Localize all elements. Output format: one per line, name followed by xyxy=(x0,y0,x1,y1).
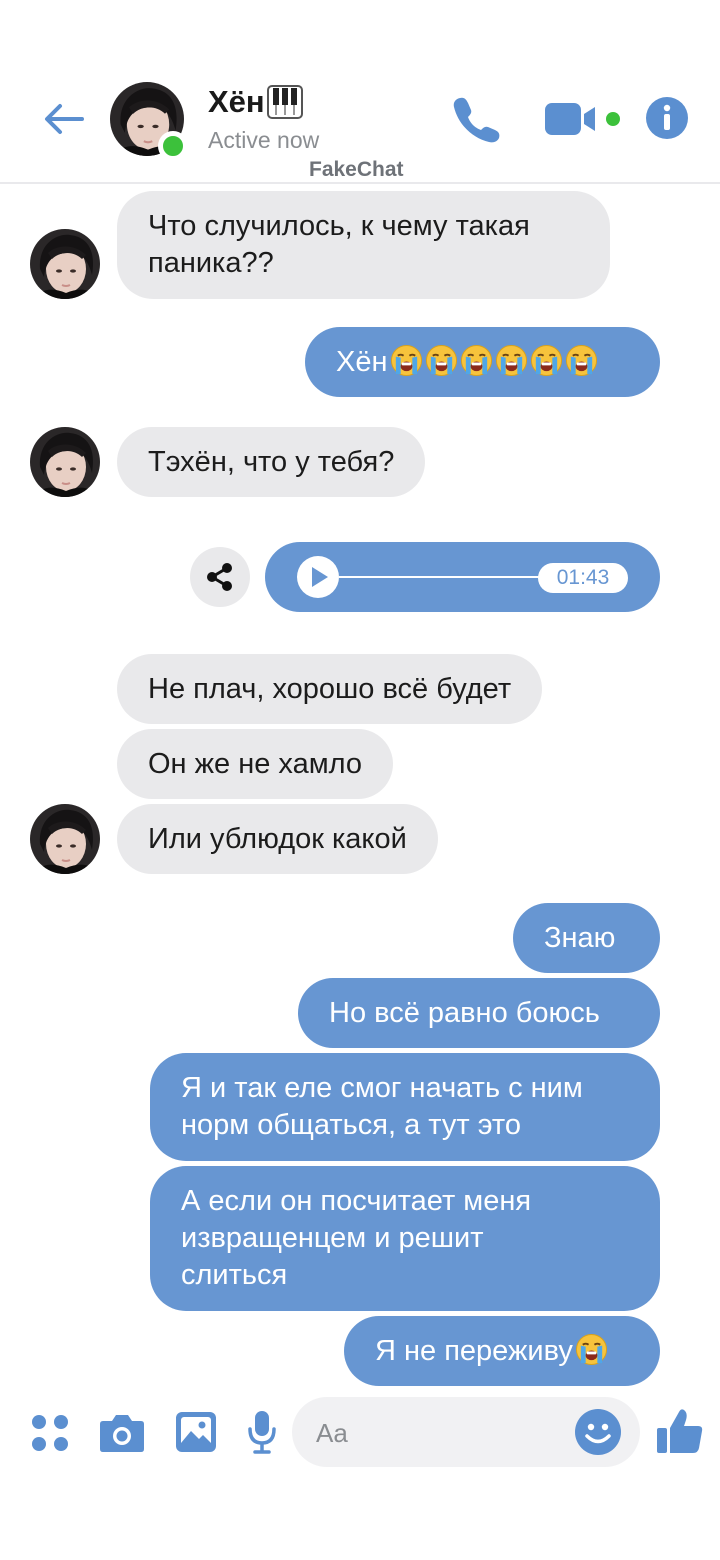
message-text-line: Что случилось, к чему такая xyxy=(148,210,530,242)
watermark: FakeChat xyxy=(309,158,404,181)
piano-keys-icon xyxy=(266,85,303,119)
contact-name[interactable]: Хён xyxy=(208,84,303,120)
crying-face-emoji xyxy=(425,344,458,377)
message-text: Он же не хамло xyxy=(148,748,363,780)
message-text: Хён xyxy=(336,346,388,378)
audio-progress-track[interactable] xyxy=(339,576,559,578)
contact-avatar[interactable] xyxy=(30,229,100,299)
message-text-line: паника?? xyxy=(148,247,274,279)
contact-name-text: Хён xyxy=(208,84,265,119)
back-arrow-icon[interactable] xyxy=(38,94,88,144)
outgoing-message[interactable]: Хён xyxy=(305,327,660,397)
message-text-line: слиться xyxy=(181,1259,288,1291)
contact-avatar[interactable] xyxy=(30,427,100,497)
video-camera-icon[interactable] xyxy=(545,100,625,138)
message-text-line: норм общаться, а тут это xyxy=(181,1109,521,1141)
message-text-line: Я и так еле смог начать с ним xyxy=(181,1072,583,1104)
message-text: Не плач, хорошо всё будет xyxy=(148,673,512,705)
crying-face-emoji xyxy=(530,344,563,377)
message-input[interactable]: Aa xyxy=(292,1397,640,1467)
chat-header: Хён Active now FakeChat xyxy=(0,0,720,184)
incoming-message[interactable]: Он же не хамло xyxy=(117,729,394,799)
voice-duration: 01:43 xyxy=(538,563,628,593)
microphone-icon[interactable] xyxy=(247,1410,277,1454)
voice-message[interactable]: 01:43 xyxy=(265,542,660,612)
message-text: Тэхён, что у тебя? xyxy=(148,446,395,478)
message-text: Но всё равно боюсь xyxy=(329,997,600,1029)
active-status: Active now xyxy=(208,127,320,153)
message-text: Знаю xyxy=(544,922,616,954)
outgoing-message[interactable]: Но всё равно боюсь xyxy=(298,978,660,1048)
share-button[interactable] xyxy=(190,547,250,607)
play-icon xyxy=(312,567,328,587)
image-icon[interactable] xyxy=(175,1411,217,1453)
phone-icon[interactable] xyxy=(450,94,502,144)
info-icon[interactable] xyxy=(645,96,689,140)
share-icon xyxy=(207,563,232,591)
message-text-line: А если он посчитает меня xyxy=(181,1185,532,1217)
message-text-line: извращенцем и решит xyxy=(181,1222,484,1254)
crying-face-emoji xyxy=(575,1333,608,1366)
incoming-message[interactable]: Не плач, хорошо всё будет xyxy=(117,654,543,724)
incoming-message[interactable]: Тэхён, что у тебя? xyxy=(117,427,426,497)
play-button[interactable] xyxy=(297,556,339,598)
online-indicator xyxy=(158,131,188,161)
incoming-message[interactable]: Что случилось, к чему такая паника?? xyxy=(117,191,610,299)
outgoing-message[interactable]: Знаю xyxy=(513,903,660,973)
outgoing-message[interactable]: Я не переживу xyxy=(344,1316,660,1386)
smiley-icon[interactable] xyxy=(574,1408,622,1456)
message-text: Я не переживу xyxy=(375,1335,573,1367)
camera-icon[interactable] xyxy=(99,1411,145,1453)
message-text: Или ублюдок какой xyxy=(148,823,407,855)
contact-avatar[interactable] xyxy=(30,804,100,874)
thumbs-up-icon[interactable] xyxy=(655,1406,705,1456)
outgoing-message[interactable]: А если он посчитает меня извращенцем и р… xyxy=(150,1166,660,1311)
message-input-placeholder: Aa xyxy=(316,1418,348,1448)
crying-face-emoji xyxy=(495,344,528,377)
crying-face-emoji xyxy=(460,344,493,377)
crying-face-emoji xyxy=(390,344,423,377)
incoming-message[interactable]: Или ублюдок какой xyxy=(117,804,438,874)
crying-face-emoji xyxy=(565,344,598,377)
outgoing-message[interactable]: Я и так еле смог начать с ним норм общат… xyxy=(150,1053,660,1161)
apps-grid-icon[interactable] xyxy=(30,1413,70,1453)
